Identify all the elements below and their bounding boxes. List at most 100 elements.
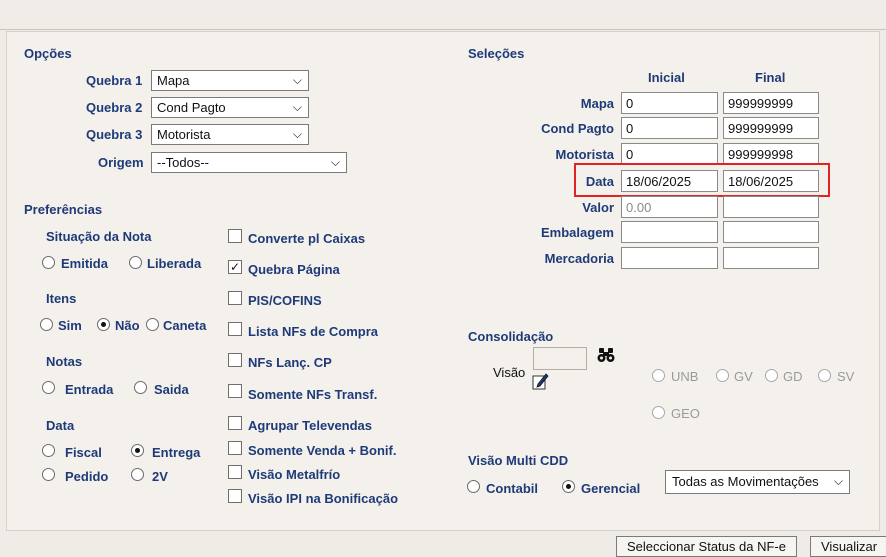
sel-cond-pagto-final[interactable]: 999999999 [723,117,819,139]
sel-mapa-label: Mapa [580,96,614,111]
binoculars-icon[interactable] [597,347,615,363]
check-visao-ipi-bonificacao[interactable] [228,489,242,503]
sel-valor-final[interactable] [723,196,819,218]
check-agrupar-televendas-label: Agrupar Televendas [248,418,373,433]
radio-pedido[interactable] [42,468,55,481]
movimentacoes-select[interactable]: Todas as Movimentações ⌵ [665,470,850,494]
opcoes-title: Opções [24,46,72,61]
quebra2-value: Cond Pagto [157,100,226,115]
radio-gerencial[interactable] [562,480,575,493]
quebra1-label: Quebra 1 [86,73,143,88]
check-pis-cofins-label: PIS/COFINS [248,293,322,308]
quebra1-value: Mapa [157,73,190,88]
sel-mapa-final[interactable]: 999999999 [723,92,819,114]
quebra3-label: Quebra 3 [86,127,143,142]
sel-embalagem-final[interactable] [723,221,819,243]
sel-cond-pagto-label: Cond Pagto [541,121,614,136]
origem-select[interactable]: --Todos-- ⌵ [151,152,347,173]
notas-title: Notas [46,354,83,369]
check-quebra-pagina-label: Quebra Página [248,262,340,277]
seleccionar-status-button[interactable]: Seleccionar Status da NF-e [616,536,797,557]
col-inicial-header: Inicial [648,70,685,85]
origem-value: --Todos-- [157,155,210,170]
itens-title: Itens [46,291,77,306]
consolidacao-title: Consolidação [468,329,554,344]
check-pis-cofins[interactable] [228,291,242,305]
check-quebra-pagina[interactable]: ✓ [228,260,242,274]
radio-saida[interactable] [134,381,147,394]
check-agrupar-televendas[interactable] [228,416,242,430]
preferencias-title: Preferências [24,202,103,217]
check-lista-nfs-compra-label: Lista NFs de Compra [248,324,379,339]
radio-contabil-label: Contabil [486,481,538,496]
quebra2-label: Quebra 2 [86,100,143,115]
sel-mercadoria-inicial[interactable] [621,247,718,269]
check-lista-nfs-compra[interactable] [228,322,242,336]
sel-mercadoria-label: Mercadoria [544,251,614,266]
radio-emitida-label: Emitida [61,256,108,271]
sel-mercadoria-final[interactable] [723,247,819,269]
check-visao-metalfrio[interactable] [228,465,242,479]
sel-valor-label: Valor [582,200,614,215]
check-nfs-lanc-cp-label: NFs Lanç. CP [248,355,332,370]
check-visao-ipi-bonificacao-label: Visão IPI na Bonificação [248,491,399,506]
check-visao-metalfrio-label: Visão Metalfrío [248,467,341,482]
radio-entrega[interactable] [131,444,144,457]
sel-motorista-final[interactable]: 999999998 [723,143,819,165]
radio-2v[interactable] [131,468,144,481]
origem-label: Origem [98,155,144,170]
radio-emitida[interactable] [42,256,55,269]
pencil-icon[interactable] [532,372,550,390]
radio-fiscal-label: Fiscal [65,445,102,460]
radio-entrada[interactable] [42,381,55,394]
radio-unb[interactable] [652,369,665,382]
sel-mapa-inicial[interactable]: 0 [621,92,718,114]
radio-saida-label: Saida [154,382,189,397]
radio-contabil[interactable] [467,480,480,493]
radio-geo-label: GEO [671,406,700,421]
situacao-title: Situação da Nota [46,229,152,244]
selecoes-title: Seleções [468,46,525,61]
quebra2-select[interactable]: Cond Pagto ⌵ [151,97,309,118]
sel-valor-inicial[interactable]: 0.00 [621,196,718,218]
radio-liberada[interactable] [129,256,142,269]
radio-fiscal[interactable] [42,444,55,457]
col-final-header: Final [755,70,786,85]
sel-motorista-label: Motorista [555,147,615,162]
radio-caneta[interactable] [146,318,159,331]
radio-gerencial-label: Gerencial [581,481,641,496]
check-converte-caixas-label: Converte pl Caixas [248,231,366,246]
sel-embalagem-inicial[interactable] [621,221,718,243]
check-somente-venda-bonif[interactable] [228,441,242,455]
radio-nao[interactable] [97,318,110,331]
radio-gd[interactable] [765,369,778,382]
chevron-down-icon: ⌵ [292,73,302,87]
check-nfs-lanc-cp[interactable] [228,353,242,367]
quebra3-select[interactable]: Motorista ⌵ [151,124,309,145]
sel-cond-pagto-inicial[interactable]: 0 [621,117,718,139]
radio-2v-label: 2V [152,469,168,484]
radio-pedido-label: Pedido [65,469,109,484]
check-somente-nfs-transf[interactable] [228,384,242,398]
quebra1-select[interactable]: Mapa ⌵ [151,70,309,91]
radio-sv[interactable] [818,369,831,382]
visualizar-button[interactable]: Visualizar [810,536,886,557]
check-somente-nfs-transf-label: Somente NFs Transf. [248,387,378,402]
sel-embalagem-label: Embalagem [541,225,614,240]
radio-entrada-label: Entrada [65,382,114,397]
radio-sv-label: SV [837,369,855,384]
top-bar [0,0,886,30]
radio-gv[interactable] [716,369,729,382]
chevron-down-icon: ⌵ [292,127,302,141]
quebra3-value: Motorista [157,127,211,142]
sel-motorista-inicial[interactable]: 0 [621,143,718,165]
chevron-down-icon: ⌵ [292,100,302,114]
chevron-down-icon: ⌵ [330,155,340,169]
check-converte-caixas[interactable] [228,229,242,243]
chevron-down-icon: ⌵ [833,474,843,488]
radio-entrega-label: Entrega [152,445,201,460]
visao-input[interactable] [533,347,587,370]
radio-sim[interactable] [40,318,53,331]
check-somente-venda-bonif-label: Somente Venda + Bonif. [248,443,397,458]
radio-geo[interactable] [652,406,665,419]
